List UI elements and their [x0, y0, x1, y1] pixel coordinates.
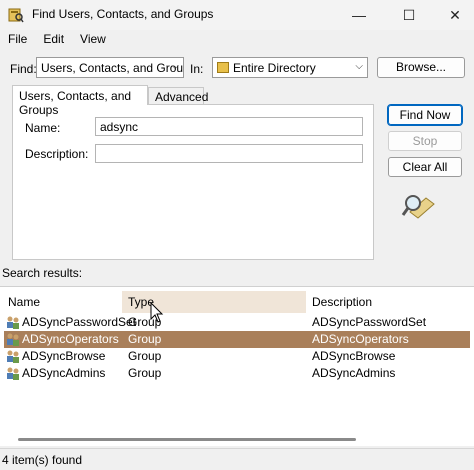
stop-button[interactable]: Stop: [388, 131, 462, 151]
table-row-selected[interactable]: ADSyncOperators Group ADSyncOperators: [4, 331, 470, 348]
description-label: Description:: [25, 147, 89, 161]
magnifier-search-icon: [401, 195, 435, 219]
find-type-value: Users, Contacts, and Groups: [41, 61, 184, 75]
minimize-button[interactable]: —: [336, 0, 382, 30]
row-description: ADSyncOperators: [312, 332, 409, 346]
close-icon: ✕: [449, 6, 461, 23]
search-criteria-panel: Name: Description:: [12, 104, 374, 260]
window-title: Find Users, Contacts, and Groups: [32, 7, 214, 21]
minimize-icon: —: [352, 7, 366, 23]
chevron-down-icon: ⌵: [171, 61, 179, 72]
group-icon: [7, 333, 19, 346]
row-name: ADSyncAdmins: [22, 366, 106, 380]
close-button[interactable]: ✕: [432, 0, 474, 30]
table-row[interactable]: ADSyncBrowse Group ADSyncBrowse: [4, 348, 470, 365]
find-type-dropdown[interactable]: Users, Contacts, and Groups ⌵: [36, 57, 184, 78]
row-name: ADSyncOperators: [22, 332, 119, 346]
name-input[interactable]: [95, 117, 363, 136]
group-icon: [7, 367, 19, 380]
directory-icon: [217, 62, 229, 73]
table-row[interactable]: ADSyncAdmins Group ADSyncAdmins: [4, 365, 470, 382]
mouse-pointer-icon: [150, 302, 164, 323]
maximize-button[interactable]: ☐: [386, 0, 432, 30]
results-list[interactable]: Name Type Description ADSyncPasswordSet …: [0, 286, 474, 446]
column-header-name[interactable]: Name: [2, 291, 122, 313]
search-results-label: Search results:: [2, 266, 83, 280]
scope-dropdown[interactable]: Entire Directory ⌵: [212, 57, 368, 78]
row-type: Group: [128, 332, 162, 346]
row-name: ADSyncBrowse: [22, 349, 106, 363]
column-header-description[interactable]: Description: [306, 291, 470, 313]
menu-file[interactable]: File: [0, 30, 35, 50]
find-app-icon: [8, 8, 24, 23]
maximize-icon: ☐: [402, 6, 416, 23]
description-input[interactable]: [95, 144, 363, 163]
menu-view[interactable]: View: [72, 30, 114, 50]
group-icon: [7, 350, 19, 363]
status-bar: 4 item(s) found: [0, 448, 474, 470]
in-label: In:: [190, 62, 204, 76]
find-now-button[interactable]: Find Now: [387, 104, 463, 126]
find-label: Find:: [10, 62, 37, 76]
status-text: 4 item(s) found: [2, 453, 83, 467]
row-description: ADSyncBrowse: [312, 349, 396, 363]
tab-users-contacts-groups[interactable]: Users, Contacts, and Groups: [12, 85, 148, 117]
menu-edit[interactable]: Edit: [35, 30, 72, 50]
row-name: ADSyncPasswordSet: [22, 315, 137, 329]
row-type: Group: [128, 366, 162, 380]
clear-all-button[interactable]: Clear All: [388, 157, 462, 177]
menu-bar: File Edit View: [0, 30, 474, 50]
scope-value: Entire Directory: [233, 61, 316, 75]
name-label: Name:: [25, 121, 61, 135]
row-description: ADSyncPasswordSet: [312, 315, 427, 329]
chevron-down-icon: ⌵: [355, 61, 363, 72]
row-description: ADSyncAdmins: [312, 366, 396, 380]
title-bar: Find Users, Contacts, and Groups — ☐ ✕: [0, 0, 474, 30]
row-type: Group: [128, 349, 162, 363]
tab-advanced[interactable]: Advanced: [148, 87, 208, 105]
browse-button[interactable]: Browse...: [377, 57, 465, 78]
horizontal-scrollbar[interactable]: [18, 438, 356, 441]
table-row[interactable]: ADSyncPasswordSet Group ADSyncPasswordSe…: [4, 314, 470, 331]
group-icon: [7, 316, 19, 329]
